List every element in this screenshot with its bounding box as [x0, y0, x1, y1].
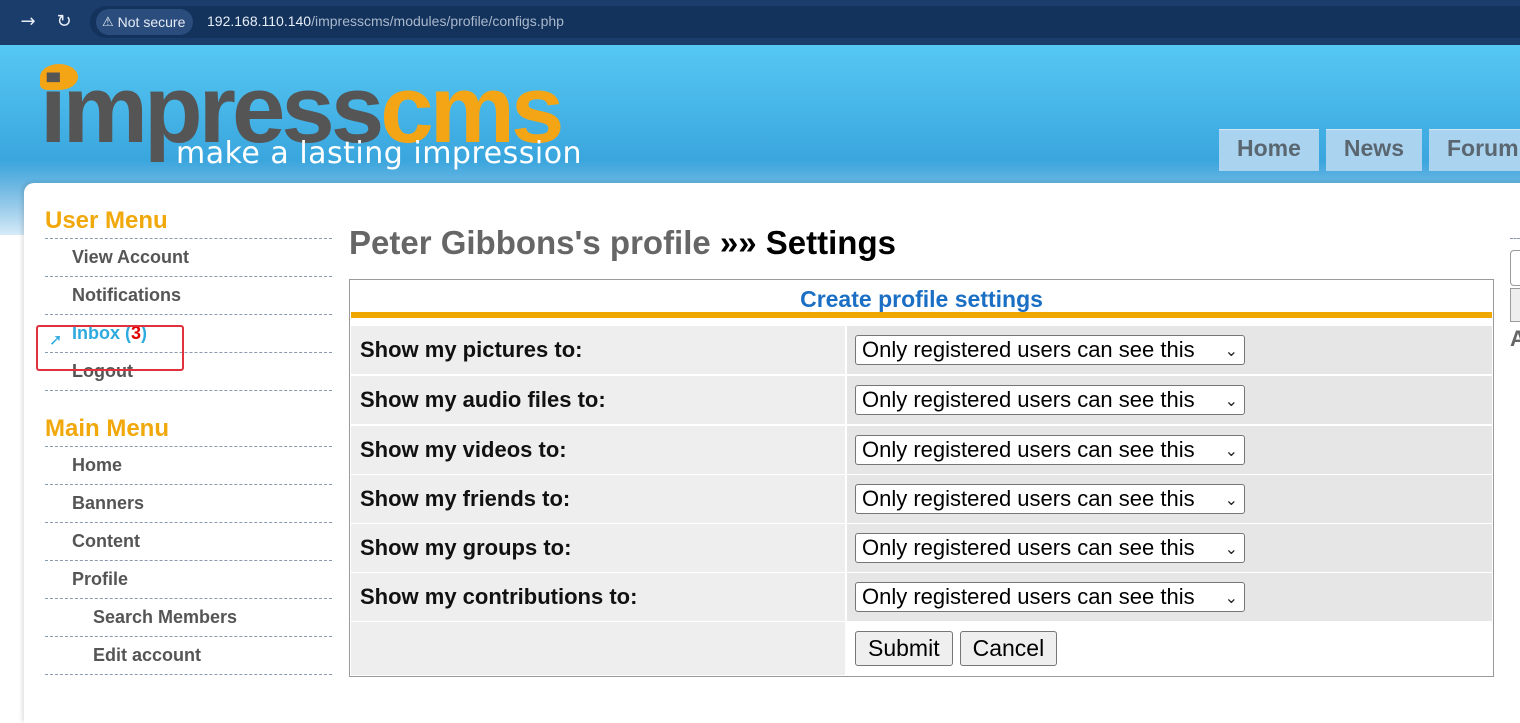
sidebar: User Menu View Account Notifications ➚ I… [45, 207, 332, 675]
friends-visibility-select[interactable]: Only registered users can see this ⌄ [855, 484, 1245, 514]
chevron-down-icon: ⌄ [1224, 538, 1238, 558]
row-label: Show my videos to: [351, 426, 845, 474]
user-menu-title: User Menu [45, 207, 332, 239]
url-text[interactable]: 192.168.110.140/impresscms/modules/profi… [207, 13, 564, 29]
submit-button[interactable]: Submit [855, 631, 953, 666]
topnav-forum[interactable]: Forum [1429, 129, 1520, 171]
row-label: Show my groups to: [351, 524, 845, 572]
right-block-text: A [1510, 326, 1520, 351]
security-label: Not secure [117, 14, 186, 30]
audio-visibility-select[interactable]: Only registered users can see this ⌄ [855, 385, 1245, 415]
settings-row-friends: Show my friends to: Only registered user… [351, 475, 1492, 524]
row-label: Show my pictures to: [351, 326, 845, 374]
form-header: Create profile settings [351, 280, 1492, 318]
settings-row-contributions: Show my contributions to: Only registere… [351, 573, 1492, 622]
groups-visibility-select[interactable]: Only registered users can see this ⌄ [855, 533, 1245, 563]
chevron-down-icon: ⌄ [1224, 340, 1238, 360]
reload-icon[interactable]: ↻ [52, 10, 76, 34]
menu-item-notifications[interactable]: Notifications [45, 277, 332, 315]
url-host: 192.168.110.140 [207, 13, 312, 29]
topnav-news[interactable]: News [1325, 129, 1422, 171]
top-navigation: Home News Forum [1219, 129, 1520, 171]
profile-owner-link[interactable]: Peter Gibbons's profile [349, 224, 711, 261]
profile-settings-form: Create profile settings Show my pictures… [349, 279, 1494, 677]
menu-item-view-account[interactable]: View Account [45, 239, 332, 277]
security-indicator[interactable]: ⚠ Not secure [96, 9, 194, 35]
chevron-down-icon: ⌄ [1224, 440, 1238, 460]
right-block-divider [1510, 238, 1520, 239]
menu-item-home[interactable]: Home [45, 447, 332, 485]
topnav-home[interactable]: Home [1219, 129, 1319, 171]
menu-item-search-members[interactable]: Search Members [45, 599, 332, 637]
row-label: Show my friends to: [351, 475, 845, 523]
warning-icon: ⚠ [102, 14, 114, 30]
chevron-down-icon: ⌄ [1224, 390, 1238, 410]
menu-item-banners[interactable]: Banners [45, 485, 332, 523]
arrow-right-icon[interactable]: → [16, 10, 40, 34]
settings-row-actions: Submit Cancel [351, 622, 1492, 676]
settings-row-audio: Show my audio files to: Only registered … [351, 376, 1492, 425]
contributions-visibility-select[interactable]: Only registered users can see this ⌄ [855, 582, 1245, 612]
page-title: Peter Gibbons's profile »» Settings [349, 224, 896, 261]
chevron-down-icon: ⌄ [1224, 587, 1238, 607]
settings-row-pictures: Show my pictures to: Only registered use… [351, 326, 1492, 375]
menu-item-profile[interactable]: Profile [45, 561, 332, 599]
menu-item-edit-account[interactable]: Edit account [45, 637, 332, 675]
settings-row-groups: Show my groups to: Only registered users… [351, 524, 1492, 573]
site-logo[interactable]: impresscms make a lasting impression [36, 60, 616, 171]
pictures-visibility-select[interactable]: Only registered users can see this ⌄ [855, 335, 1245, 365]
url-path: /impresscms/modules/profile/configs.php [311, 13, 564, 29]
settings-row-videos: Show my videos to: Only registered users… [351, 426, 1492, 475]
menu-item-content[interactable]: Content [45, 523, 332, 561]
videos-visibility-select[interactable]: Only registered users can see this ⌄ [855, 435, 1245, 465]
inbox-highlight-box [36, 325, 184, 371]
logo-tagline: make a lasting impression [176, 136, 583, 171]
cancel-button[interactable]: Cancel [959, 631, 1058, 666]
right-block-button[interactable] [1510, 288, 1520, 322]
row-label: Show my contributions to: [351, 573, 845, 621]
right-block-input[interactable] [1510, 250, 1520, 286]
main-menu-title: Main Menu [45, 415, 332, 447]
row-label: Show my audio files to: [351, 376, 845, 424]
chevron-down-icon: ⌄ [1224, 489, 1238, 509]
row-label-empty [351, 622, 845, 675]
